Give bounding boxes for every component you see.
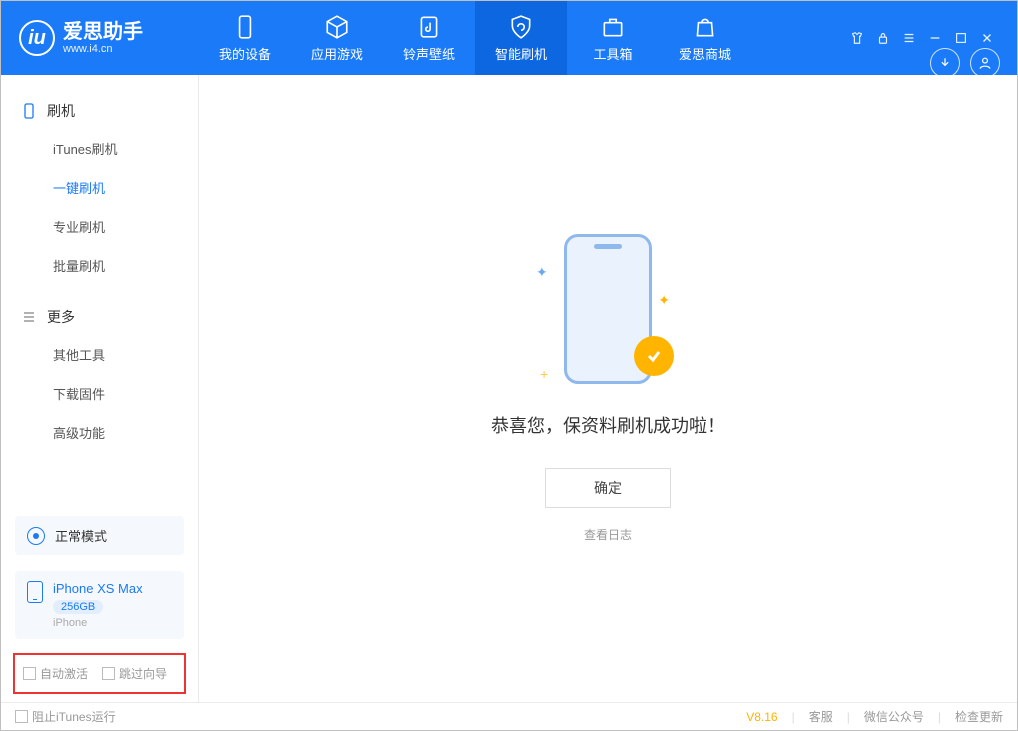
device-box[interactable]: iPhone XS Max 256GB iPhone — [15, 571, 184, 639]
header: iu 爱思助手 www.i4.cn 我的设备 应用游戏 铃声壁纸 智能刷机 工具… — [1, 1, 1017, 75]
bag-icon — [692, 14, 718, 40]
main-content: ✦ ✦ + 恭喜您，保资料刷机成功啦！ 确定 查看日志 — [199, 75, 1017, 702]
view-log-link[interactable]: 查看日志 — [584, 526, 632, 543]
shield-refresh-icon — [508, 14, 534, 40]
sidebar-group-more[interactable]: 更多 — [1, 299, 198, 335]
checkbox-auto-activate[interactable]: 自动激活 — [23, 665, 88, 682]
footer-wechat-link[interactable]: 微信公众号 — [864, 708, 924, 725]
app-name: 爱思助手 — [63, 21, 143, 43]
sidebar-item-itunes-flash[interactable]: iTunes刷机 — [1, 129, 198, 168]
close-button[interactable] — [977, 28, 997, 48]
header-right — [847, 28, 1017, 48]
phone-small-icon — [27, 581, 43, 603]
device-icon — [21, 103, 37, 119]
nav-shop[interactable]: 爱思商城 — [659, 1, 751, 75]
sidebar-item-download-firmware[interactable]: 下载固件 — [1, 374, 198, 413]
nav-my-device[interactable]: 我的设备 — [199, 1, 291, 75]
mode-box[interactable]: 正常模式 — [15, 516, 184, 555]
cube-icon — [324, 14, 350, 40]
success-illustration: ✦ ✦ + — [538, 234, 678, 394]
sidebar: 刷机 iTunes刷机 一键刷机 专业刷机 批量刷机 更多 其他工具 下载固件 … — [1, 75, 199, 702]
logo[interactable]: iu 爱思助手 www.i4.cn — [1, 20, 199, 56]
mode-icon — [27, 527, 45, 545]
sidebar-item-pro-flash[interactable]: 专业刷机 — [1, 207, 198, 246]
tshirt-icon[interactable] — [847, 28, 867, 48]
lock-icon[interactable] — [873, 28, 893, 48]
app-url: www.i4.cn — [63, 43, 143, 55]
footer-update-link[interactable]: 检查更新 — [955, 708, 1003, 725]
footer-support-link[interactable]: 客服 — [809, 708, 833, 725]
sidebar-item-other-tools[interactable]: 其他工具 — [1, 335, 198, 374]
phone-icon — [232, 14, 258, 40]
minimize-button[interactable] — [925, 28, 945, 48]
sidebar-item-advanced[interactable]: 高级功能 — [1, 413, 198, 452]
download-button[interactable] — [930, 48, 960, 78]
list-icon — [21, 309, 37, 325]
ok-button[interactable]: 确定 — [545, 468, 671, 508]
sidebar-group-flash[interactable]: 刷机 — [1, 93, 198, 129]
sidebar-item-batch-flash[interactable]: 批量刷机 — [1, 246, 198, 285]
menu-icon[interactable] — [899, 28, 919, 48]
footer: 阻止iTunes运行 V8.16 | 客服 | 微信公众号 | 检查更新 — [1, 702, 1017, 730]
maximize-button[interactable] — [951, 28, 971, 48]
checkbox-skip-guide[interactable]: 跳过向导 — [102, 665, 167, 682]
nav-flash[interactable]: 智能刷机 — [475, 1, 567, 75]
device-name: iPhone XS Max — [53, 581, 143, 596]
toolbox-icon — [600, 14, 626, 40]
sidebar-item-oneclick-flash[interactable]: 一键刷机 — [1, 168, 198, 207]
main-nav: 我的设备 应用游戏 铃声壁纸 智能刷机 工具箱 爱思商城 — [199, 1, 751, 75]
nav-ringtones[interactable]: 铃声壁纸 — [383, 1, 475, 75]
options-highlight-box: 自动激活 跳过向导 — [13, 653, 186, 694]
logo-icon: iu — [19, 20, 55, 56]
version-label: V8.16 — [746, 710, 777, 724]
music-file-icon — [416, 14, 442, 40]
check-badge-icon — [634, 336, 674, 376]
nav-apps[interactable]: 应用游戏 — [291, 1, 383, 75]
success-message: 恭喜您，保资料刷机成功啦！ — [491, 412, 725, 438]
user-button[interactable] — [970, 48, 1000, 78]
checkbox-block-itunes[interactable]: 阻止iTunes运行 — [15, 708, 116, 725]
device-type: iPhone — [53, 617, 143, 629]
nav-toolbox[interactable]: 工具箱 — [567, 1, 659, 75]
device-capacity: 256GB — [53, 600, 103, 614]
